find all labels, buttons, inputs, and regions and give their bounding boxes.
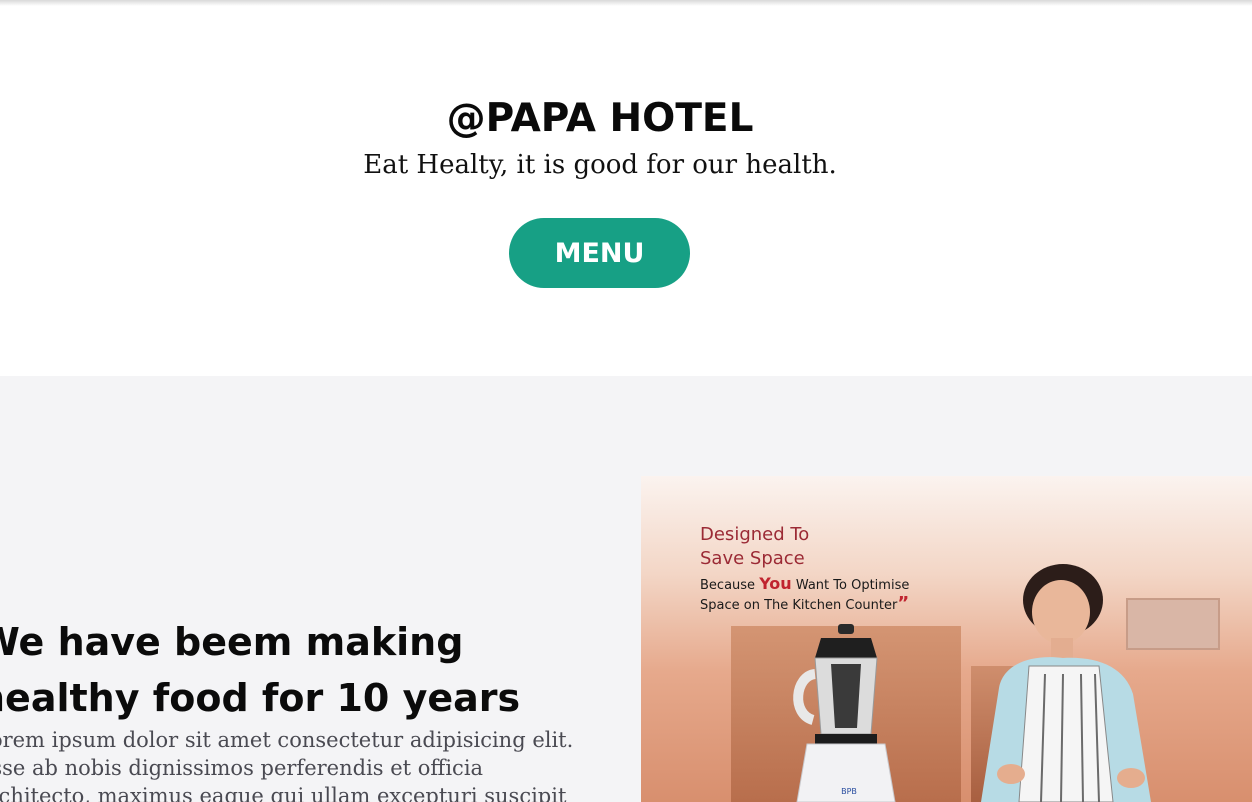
promo-subline-1: Because You Want To Optimise bbox=[700, 574, 909, 593]
about-body-text: Lorem ipsum dolor sit amet consectetur a… bbox=[0, 728, 574, 802]
hero-section: @PAPA HOTEL Eat Healty, it is good for o… bbox=[0, 0, 1252, 376]
hotel-tagline: Eat Healty, it is good for our health. bbox=[363, 150, 837, 180]
about-section: We have beem making healthy food for 10 … bbox=[0, 376, 1252, 802]
header-shadow bbox=[0, 0, 1252, 6]
woman-cooking-illustration bbox=[981, 564, 1151, 802]
hotel-title: @PAPA HOTEL bbox=[446, 96, 754, 141]
mixer-grinder-illustration: BPB bbox=[793, 624, 896, 802]
menu-button[interactable]: MENU bbox=[509, 218, 690, 288]
promo-you-emphasis: You bbox=[759, 574, 792, 593]
promo-subline-2: Space on The Kitchen Counter” bbox=[700, 593, 909, 614]
promo-image: Designed To Save Space Because You Want … bbox=[641, 476, 1252, 802]
promo-subline-suffix: Want To Optimise bbox=[791, 578, 910, 593]
promo-subline-2-text: Space on The Kitchen Counter bbox=[700, 598, 898, 613]
promo-headline-1: Designed To bbox=[700, 524, 810, 545]
promo-subline-prefix: Because bbox=[700, 578, 760, 593]
mixer-brand-label: BPB bbox=[841, 787, 857, 796]
promo-quote-mark: ” bbox=[897, 593, 910, 614]
about-heading: We have beem making healthy food for 10 … bbox=[0, 620, 521, 720]
promo-headline-2: Save Space bbox=[700, 548, 805, 569]
